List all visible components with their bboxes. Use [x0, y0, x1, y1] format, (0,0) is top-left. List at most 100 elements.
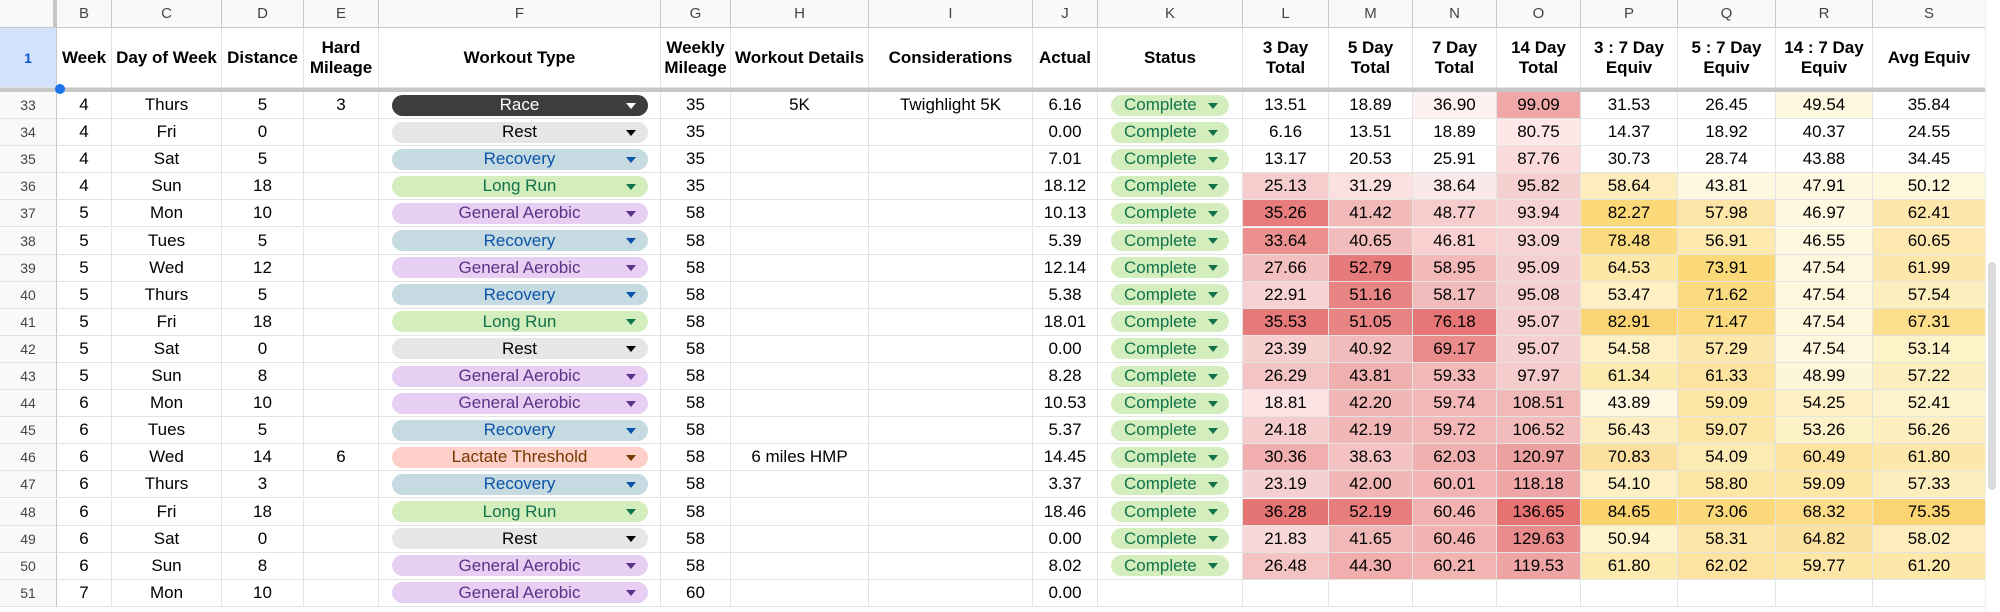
cell-14-7-day-equiv[interactable]: 54.25 — [1776, 390, 1873, 418]
cell-actual[interactable]: 0.00 — [1033, 335, 1098, 363]
cell-status[interactable]: Complete — [1098, 227, 1243, 255]
cell-7-day-total[interactable]: 36.90 — [1413, 92, 1497, 120]
cell-weekly-mileage[interactable]: 58 — [661, 444, 731, 472]
cell-14-7-day-equiv[interactable]: 46.97 — [1776, 200, 1873, 228]
cell-week[interactable]: 6 — [57, 552, 112, 580]
cell-14-day-total[interactable]: 99.09 — [1497, 92, 1581, 120]
cell-weekly-mileage[interactable]: 35 — [661, 146, 731, 174]
cell-considerations[interactable] — [869, 335, 1033, 363]
row-header-38[interactable]: 38 — [0, 227, 57, 255]
cell-avg-equiv[interactable]: 56.26 — [1873, 417, 1986, 445]
cell-hard-mileage[interactable] — [304, 308, 379, 336]
cell-avg-equiv[interactable]: 57.54 — [1873, 281, 1986, 309]
status-dropdown[interactable]: Complete — [1111, 501, 1229, 523]
dropdown-arrow-icon[interactable] — [625, 265, 636, 272]
cell-considerations[interactable] — [869, 254, 1033, 282]
column-header-f[interactable]: F — [379, 0, 661, 28]
column-header-l[interactable]: L — [1243, 0, 1329, 28]
cell-avg-equiv[interactable]: 50.12 — [1873, 173, 1986, 201]
cell-7-day-total[interactable]: 60.21 — [1413, 552, 1497, 580]
cell-actual[interactable]: 8.02 — [1033, 552, 1098, 580]
dropdown-arrow-icon[interactable] — [625, 183, 636, 190]
dropdown-arrow-icon[interactable] — [1208, 563, 1218, 570]
cell-distance[interactable]: 10 — [222, 390, 304, 418]
cell-5-day-total[interactable]: 42.00 — [1329, 471, 1413, 499]
column-header-d[interactable]: D — [222, 0, 304, 28]
dropdown-arrow-icon[interactable] — [625, 319, 636, 326]
cell-5-7-day-equiv[interactable]: 43.81 — [1678, 173, 1776, 201]
cell-distance[interactable]: 0 — [222, 525, 304, 553]
cell-5-day-total[interactable]: 51.16 — [1329, 281, 1413, 309]
header-3-7-day-equiv[interactable]: 3 : 7 Day Equiv — [1581, 28, 1678, 88]
cell-14-7-day-equiv[interactable]: 64.82 — [1776, 525, 1873, 553]
header-considerations[interactable]: Considerations — [869, 28, 1033, 88]
dropdown-arrow-icon[interactable] — [625, 292, 636, 299]
cell-week[interactable]: 6 — [57, 417, 112, 445]
status-dropdown[interactable]: Complete — [1111, 284, 1229, 306]
dropdown-arrow-icon[interactable] — [1208, 265, 1218, 272]
status-dropdown[interactable]: Complete — [1111, 446, 1229, 468]
cell-week[interactable]: 4 — [57, 92, 112, 120]
cell-3-7-day-equiv[interactable]: 82.27 — [1581, 200, 1678, 228]
cell-3-day-total[interactable]: 24.18 — [1243, 417, 1329, 445]
cell-distance[interactable]: 5 — [222, 281, 304, 309]
cell-day-of-week[interactable]: Sat — [112, 525, 222, 553]
cell-weekly-mileage[interactable]: 58 — [661, 552, 731, 580]
cell-status[interactable]: Complete — [1098, 417, 1243, 445]
header-workout-type[interactable]: Workout Type — [379, 28, 661, 88]
cell-hard-mileage[interactable] — [304, 146, 379, 174]
cell-hard-mileage[interactable] — [304, 498, 379, 526]
cell-avg-equiv[interactable]: 61.99 — [1873, 254, 1986, 282]
dropdown-arrow-icon[interactable] — [625, 346, 636, 353]
cell-workout-details[interactable] — [731, 525, 869, 553]
cell-workout-type[interactable]: Recovery — [379, 227, 661, 255]
cell-weekly-mileage[interactable]: 58 — [661, 335, 731, 363]
cell-distance[interactable]: 0 — [222, 335, 304, 363]
cell-avg-equiv[interactable]: 75.35 — [1873, 498, 1986, 526]
cell-week[interactable]: 4 — [57, 173, 112, 201]
status-dropdown[interactable]: Complete — [1111, 338, 1229, 360]
cell-workout-type[interactable]: Rest — [379, 525, 661, 553]
cell-considerations[interactable] — [869, 579, 1033, 607]
cell-actual[interactable]: 18.01 — [1033, 308, 1098, 336]
cell-14-day-total[interactable]: 97.97 — [1497, 363, 1581, 391]
cell-workout-details[interactable] — [731, 200, 869, 228]
cell-3-7-day-equiv[interactable]: 31.53 — [1581, 92, 1678, 120]
cell-distance[interactable]: 14 — [222, 444, 304, 472]
cell-status[interactable]: Complete — [1098, 173, 1243, 201]
cell-actual[interactable]: 8.28 — [1033, 363, 1098, 391]
column-header-e[interactable]: E — [304, 0, 379, 28]
cell-3-7-day-equiv[interactable]: 61.80 — [1581, 552, 1678, 580]
cell-7-day-total[interactable]: 18.89 — [1413, 119, 1497, 147]
cell-status[interactable]: Complete — [1098, 390, 1243, 418]
cell-week[interactable]: 5 — [57, 200, 112, 228]
cell-week[interactable]: 7 — [57, 579, 112, 607]
cell-considerations[interactable] — [869, 281, 1033, 309]
cell-3-day-total[interactable]: 25.13 — [1243, 173, 1329, 201]
cell-day-of-week[interactable]: Thurs — [112, 281, 222, 309]
dropdown-arrow-icon[interactable] — [625, 481, 636, 488]
cell-5-7-day-equiv[interactable]: 18.92 — [1678, 119, 1776, 147]
cell-14-7-day-equiv[interactable]: 60.49 — [1776, 444, 1873, 472]
cell-considerations[interactable] — [869, 552, 1033, 580]
cell-status[interactable]: Complete — [1098, 281, 1243, 309]
cell-actual[interactable]: 10.13 — [1033, 200, 1098, 228]
status-dropdown[interactable]: Complete — [1111, 94, 1229, 116]
row-header-40[interactable]: 40 — [0, 281, 57, 309]
cell-7-day-total[interactable] — [1413, 579, 1497, 607]
cell-3-7-day-equiv[interactable]: 30.73 — [1581, 146, 1678, 174]
cell-7-day-total[interactable]: 38.64 — [1413, 173, 1497, 201]
cell-3-7-day-equiv[interactable]: 64.53 — [1581, 254, 1678, 282]
workout-type-dropdown[interactable]: Recovery — [391, 148, 648, 170]
cell-avg-equiv[interactable]: 57.33 — [1873, 471, 1986, 499]
dropdown-arrow-icon[interactable] — [1208, 102, 1218, 109]
cell-day-of-week[interactable]: Fri — [112, 308, 222, 336]
cell-status[interactable]: Complete — [1098, 308, 1243, 336]
cell-actual[interactable]: 5.39 — [1033, 227, 1098, 255]
cell-status[interactable]: Complete — [1098, 498, 1243, 526]
cell-considerations[interactable] — [869, 525, 1033, 553]
header-workout-details[interactable]: Workout Details — [731, 28, 869, 88]
cell-workout-type[interactable]: Rest — [379, 119, 661, 147]
cell-14-day-total[interactable]: 93.94 — [1497, 200, 1581, 228]
cell-workout-type[interactable]: Long Run — [379, 498, 661, 526]
